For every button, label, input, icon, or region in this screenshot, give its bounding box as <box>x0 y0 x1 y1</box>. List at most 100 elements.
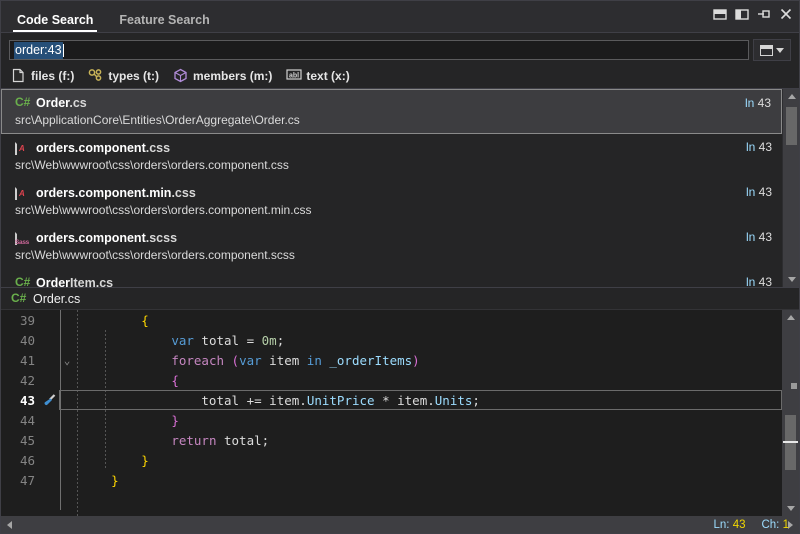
status-line-value: 43 <box>733 519 746 531</box>
search-input-value: order:43 <box>14 42 63 59</box>
line-number: 46 <box>1 453 41 468</box>
filter-members-label: members (m:) <box>193 69 272 83</box>
result-item-line: ln 43 <box>746 140 772 154</box>
result-item-header: Sass orders.component.scss <box>15 229 774 246</box>
horizontal-scroll-track[interactable] <box>18 516 782 533</box>
text-caret <box>63 44 64 57</box>
editor-status-bar: Ln: 43 Ch: 1 <box>713 516 799 533</box>
search-scope-dropdown-button[interactable] <box>753 39 791 61</box>
change-marker <box>791 383 797 389</box>
code-line: 43 total += item.UnitPrice * item.Units; <box>1 390 782 410</box>
chevron-left-icon <box>7 521 12 529</box>
code-line-text: } <box>75 413 782 428</box>
line-number: 41 <box>1 353 41 368</box>
code-horizontal-scrollbar[interactable] <box>1 516 799 533</box>
window-layout-icon <box>760 45 773 56</box>
csharp-file-icon: C# <box>15 95 30 110</box>
text-icon: abl <box>286 68 301 83</box>
filter-files[interactable]: files (f:) <box>11 68 74 83</box>
result-item-path: src\Web\wwwroot\css\orders\orders.compon… <box>15 203 774 217</box>
tab-code-search-label: Code Search <box>17 13 93 27</box>
chevron-up-icon <box>787 315 795 320</box>
code-line-text: { <box>75 373 782 388</box>
line-number: 44 <box>1 413 41 428</box>
css-file-icon: A <box>15 185 30 200</box>
code-editor[interactable]: 39 {40 var total = 0m;41⌄ foreach (var i… <box>1 310 799 533</box>
result-item[interactable]: Aorders.component.css src\Web\wwwroot\css… <box>1 134 782 179</box>
close-icon[interactable] <box>778 7 793 21</box>
result-item-name: orders.component.scss <box>36 231 177 245</box>
code-search-window: Code Search Feature Search <box>0 0 800 534</box>
file-icon <box>11 68 26 83</box>
line-number: 42 <box>1 373 41 388</box>
status-line-label: Ln: <box>713 519 729 531</box>
results-vertical-scrollbar[interactable] <box>782 89 799 287</box>
filter-text[interactable]: abl text (x:) <box>286 68 349 83</box>
filter-members[interactable]: members (m:) <box>173 68 272 83</box>
members-icon <box>173 68 188 83</box>
csharp-file-icon: C# <box>15 275 30 287</box>
result-item-line: ln 43 <box>746 275 772 287</box>
caret-position-marker <box>783 441 798 443</box>
line-number: 39 <box>1 313 41 328</box>
filter-types[interactable]: types (t:) <box>88 68 159 83</box>
result-item-name: orders.component.css <box>36 141 170 155</box>
tool-window-tabstrip: Code Search Feature Search <box>1 1 799 33</box>
result-item-header: Aorders.component.css <box>15 139 774 156</box>
code-line-text: return total; <box>75 433 782 448</box>
search-row: order:43 <box>1 33 799 65</box>
tab-feature-search-label: Feature Search <box>119 13 209 27</box>
code-lines: 39 {40 var total = 0m;41⌄ foreach (var i… <box>1 310 782 516</box>
pin-icon[interactable] <box>756 7 771 21</box>
preview-header: C# Order.cs <box>1 288 799 310</box>
code-vertical-scrollbar[interactable] <box>782 310 799 516</box>
results-scroll-down-button[interactable] <box>783 272 799 287</box>
tab-feature-search[interactable]: Feature Search <box>109 9 219 32</box>
status-line: Ln: 43 <box>713 519 745 531</box>
search-results-items: C#Order.cssrc\ApplicationCore\Entities\O… <box>1 89 782 287</box>
line-number: 47 <box>1 473 41 488</box>
result-item-line: ln 43 <box>746 185 772 199</box>
result-item[interactable]: Sass orders.component.scss src\Web\wwwroot… <box>1 224 782 269</box>
result-item-line: ln 43 <box>745 96 771 110</box>
status-column: Ch: 1 <box>761 519 789 531</box>
chevron-up-icon <box>788 94 796 99</box>
quick-actions-icon[interactable] <box>41 393 59 407</box>
code-line: 40 var total = 0m; <box>1 330 782 350</box>
preview-file-name: Order.cs <box>33 292 80 306</box>
scss-file-icon: Sass <box>15 230 30 245</box>
results-scroll-thumb[interactable] <box>786 107 797 145</box>
result-item-line: ln 43 <box>746 230 772 244</box>
results-scroll-up-button[interactable] <box>783 89 799 104</box>
code-preview-pane: C# Order.cs 39 {40 var total = 0m;41⌄ fo… <box>1 287 799 533</box>
line-number: 40 <box>1 333 41 348</box>
dock-right-icon[interactable] <box>734 7 749 21</box>
code-scroll-up-button[interactable] <box>782 310 799 325</box>
status-column-value: 1 <box>783 519 789 531</box>
fold-toggle-icon[interactable]: ⌄ <box>59 354 75 367</box>
chevron-down-icon <box>776 48 784 53</box>
code-scroll-down-button[interactable] <box>782 501 799 516</box>
result-item[interactable]: Aorders.component.min.csssrc\Web\wwwroot… <box>1 179 782 224</box>
code-scroll-left-button[interactable] <box>1 516 18 533</box>
result-item-path: src\Web\wwwroot\css\orders\orders.compon… <box>15 158 774 172</box>
filter-text-label: text (x:) <box>306 69 349 83</box>
result-item[interactable]: C#Order.cssrc\ApplicationCore\Entities\O… <box>1 89 782 134</box>
types-icon <box>88 68 103 83</box>
code-line-text: } <box>75 453 782 468</box>
search-filter-row: files (f:) types (t:) members (m:) <box>1 65 799 88</box>
result-item-path: src\ApplicationCore\Entities\OrderAggreg… <box>15 113 774 127</box>
search-results-list: C#Order.cssrc\ApplicationCore\Entities\O… <box>1 88 799 287</box>
css-file-icon: A <box>15 140 30 155</box>
search-input[interactable]: order:43 <box>9 40 749 60</box>
code-line: 39 { <box>1 310 782 330</box>
code-line-text: var total = 0m; <box>75 333 782 348</box>
line-number: 43 <box>1 393 41 408</box>
dock-bottom-icon[interactable] <box>712 7 727 21</box>
tab-code-search[interactable]: Code Search <box>7 9 103 32</box>
result-item[interactable]: C#OrderItem.cssrc\ApplicationCore\Entiti… <box>1 269 782 287</box>
result-item-name: OrderItem.cs <box>36 276 113 288</box>
result-item-path: src\Web\wwwroot\css\orders\orders.compon… <box>15 248 774 262</box>
code-line: 46 } <box>1 450 782 470</box>
code-line-text: foreach (var item in _orderItems) <box>75 353 782 368</box>
